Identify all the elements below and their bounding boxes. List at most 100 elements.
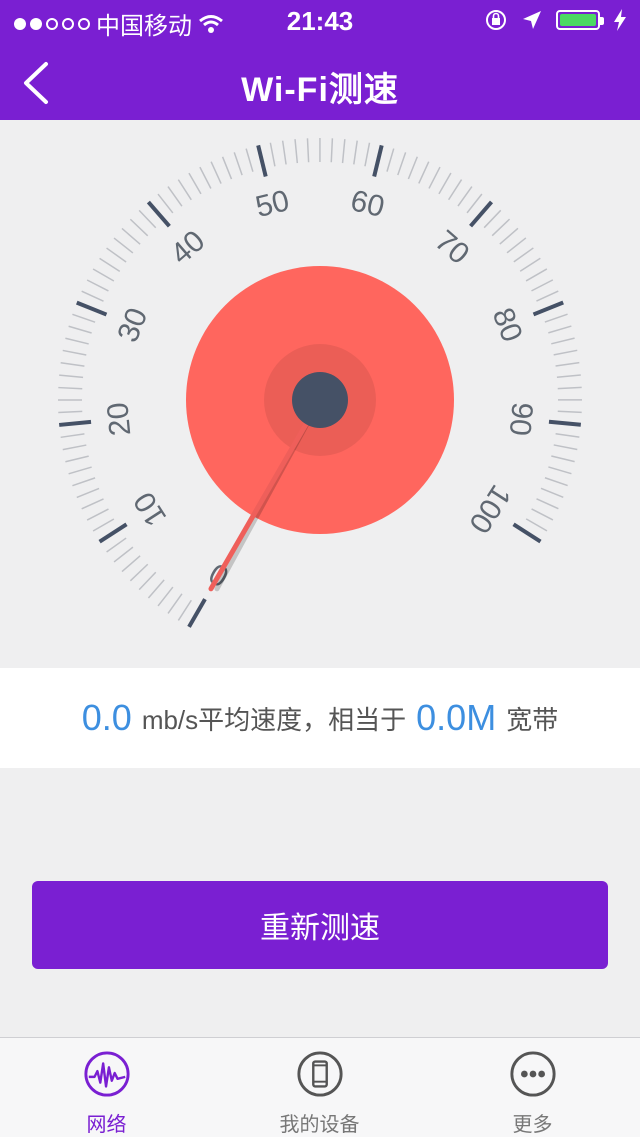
- minor-tick: [246, 149, 253, 172]
- minor-tick: [551, 338, 574, 344]
- location-arrow-icon: [522, 10, 542, 30]
- minor-tick: [114, 547, 133, 562]
- minor-tick: [107, 248, 127, 262]
- scale-label-70: 70: [429, 224, 476, 271]
- more-dots-icon: [508, 1050, 558, 1098]
- minor-tick: [168, 187, 182, 207]
- bandwidth-value: 0.0M: [416, 697, 496, 739]
- minor-tick: [58, 388, 82, 389]
- minor-tick: [139, 572, 156, 589]
- minor-tick: [545, 314, 568, 322]
- minor-tick: [65, 456, 88, 462]
- minor-tick: [419, 162, 429, 184]
- minor-tick: [458, 187, 472, 207]
- minor-tick: [532, 509, 553, 520]
- minor-tick: [365, 143, 370, 167]
- minor-tick: [168, 594, 182, 614]
- network-waveform-icon: [82, 1050, 132, 1098]
- minor-tick: [520, 258, 540, 271]
- scale-label-20: 20: [101, 401, 137, 437]
- minor-tick: [178, 600, 191, 620]
- minor-tick: [93, 269, 114, 281]
- tab-network-label: 网络: [87, 1108, 127, 1137]
- minor-tick: [526, 519, 547, 531]
- tab-network[interactable]: 网络: [0, 1038, 213, 1137]
- minor-tick: [69, 326, 92, 333]
- minor-tick: [484, 210, 501, 227]
- major-tick: [100, 524, 127, 541]
- minor-tick: [72, 314, 95, 322]
- minor-tick: [77, 488, 99, 497]
- scale-label-30: 30: [111, 303, 154, 346]
- minor-tick: [69, 467, 92, 474]
- minor-tick: [61, 363, 85, 366]
- tab-more[interactable]: 更多: [426, 1038, 639, 1137]
- minor-tick: [526, 269, 547, 281]
- minor-tick: [545, 478, 568, 486]
- tab-my-devices-label: 我的设备: [280, 1108, 360, 1137]
- minor-tick: [65, 338, 88, 344]
- scale-label-90: 90: [503, 401, 539, 437]
- scale-label-80: 80: [486, 303, 529, 346]
- minor-tick: [87, 509, 108, 520]
- minor-tick: [61, 434, 85, 437]
- minor-tick: [548, 467, 571, 474]
- major-tick: [549, 422, 581, 425]
- minor-tick: [343, 139, 345, 163]
- status-bar: 中国移动 21:43: [0, 0, 640, 40]
- minor-tick: [270, 143, 275, 167]
- minor-tick: [551, 456, 574, 462]
- minor-tick: [554, 350, 578, 355]
- tab-more-label: 更多: [513, 1108, 553, 1137]
- major-tick: [258, 145, 266, 176]
- minor-tick: [234, 152, 242, 175]
- minor-tick: [439, 173, 451, 194]
- minor-tick: [130, 219, 147, 236]
- speed-gauge: 0102030405060708090100: [0, 120, 640, 668]
- top-header: 中国移动 21:43: [0, 0, 640, 120]
- minor-tick: [178, 180, 191, 200]
- minor-tick: [514, 248, 534, 262]
- scale-label-60: 60: [347, 184, 387, 224]
- tab-my-devices[interactable]: 我的设备: [213, 1038, 426, 1137]
- minor-tick: [398, 152, 406, 175]
- speed-gauge-area: 0102030405060708090100: [0, 120, 640, 668]
- minor-tick: [139, 210, 156, 227]
- minor-tick: [59, 375, 83, 377]
- minor-tick: [93, 519, 114, 531]
- gauge-hub: [292, 372, 348, 428]
- major-tick: [77, 303, 107, 315]
- minor-tick: [307, 138, 308, 162]
- minor-tick: [122, 228, 140, 244]
- minor-tick: [82, 499, 104, 509]
- minor-tick: [189, 173, 201, 194]
- minor-tick: [283, 141, 286, 165]
- minor-tick: [130, 564, 147, 581]
- minor-tick: [354, 141, 357, 165]
- minor-tick: [429, 167, 440, 188]
- minor-tick: [158, 194, 173, 213]
- minor-tick: [200, 167, 211, 188]
- major-tick: [374, 145, 382, 176]
- minor-tick: [122, 556, 140, 572]
- status-icons: [484, 8, 626, 32]
- minor-tick: [72, 478, 95, 486]
- minor-tick: [114, 238, 133, 253]
- speed-description: mb/s平均速度，相当于: [142, 700, 406, 737]
- minor-tick: [467, 194, 482, 213]
- scale-label-40: 40: [165, 224, 212, 271]
- bandwidth-label: 宽带: [506, 700, 558, 737]
- minor-tick: [82, 291, 104, 301]
- minor-tick: [408, 157, 417, 179]
- retest-button[interactable]: 重新测速: [32, 881, 608, 969]
- minor-tick: [558, 411, 582, 412]
- minor-tick: [536, 291, 558, 301]
- speed-result: 0.0 mb/s平均速度，相当于 0.0M 宽带: [0, 668, 640, 768]
- major-tick: [59, 422, 91, 425]
- major-tick: [514, 524, 541, 541]
- minor-tick: [537, 499, 559, 509]
- major-tick: [189, 599, 205, 627]
- battery-icon: [556, 10, 600, 30]
- phone-device-icon: [295, 1050, 345, 1098]
- minor-tick: [507, 238, 526, 253]
